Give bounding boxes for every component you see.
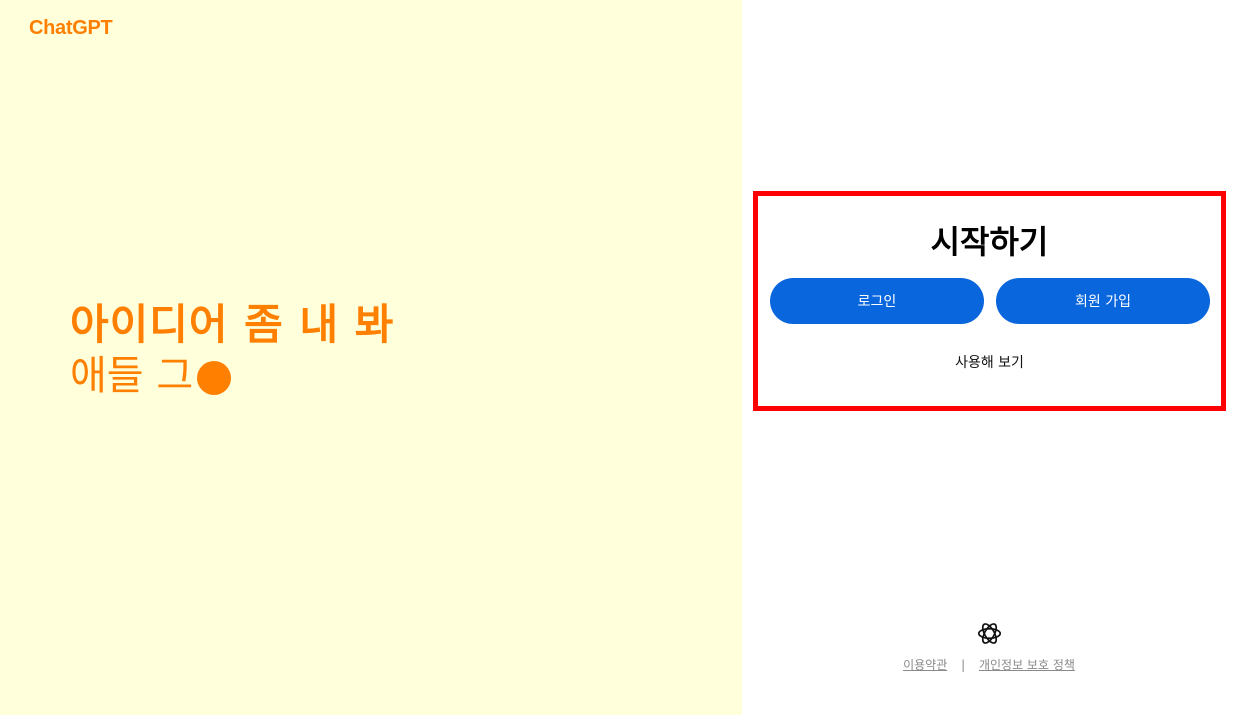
page-title: 시작하기 <box>930 223 1049 261</box>
hero-line-2-text: 애들 그 <box>70 353 194 399</box>
signup-button[interactable]: 회원 가입 <box>996 278 1210 324</box>
try-it-link[interactable]: 사용해 보기 <box>758 352 1221 372</box>
login-button[interactable]: 로그인 <box>770 278 984 324</box>
privacy-policy-link[interactable]: 개인정보 보호 정책 <box>979 658 1075 672</box>
hero-line-2: 애들 그 <box>70 352 394 400</box>
orange-dot-icon <box>197 361 232 395</box>
hero-line-1: 아이디어 좀 내 봐 <box>70 300 395 349</box>
openai-logo-icon <box>977 623 1002 644</box>
brand-logo-text: ChatGPT <box>29 17 113 39</box>
left-panel: ChatGPT 아이디어 좀 내 봐 애들 그 <box>0 0 742 715</box>
footer-links: 이용약관 | 개인정보 보호 정책 <box>742 656 1236 673</box>
hero-text: 아이디어 좀 내 봐 애들 그 <box>70 298 394 400</box>
terms-link[interactable]: 이용약관 <box>903 658 947 672</box>
footer-separator: | <box>961 658 966 672</box>
